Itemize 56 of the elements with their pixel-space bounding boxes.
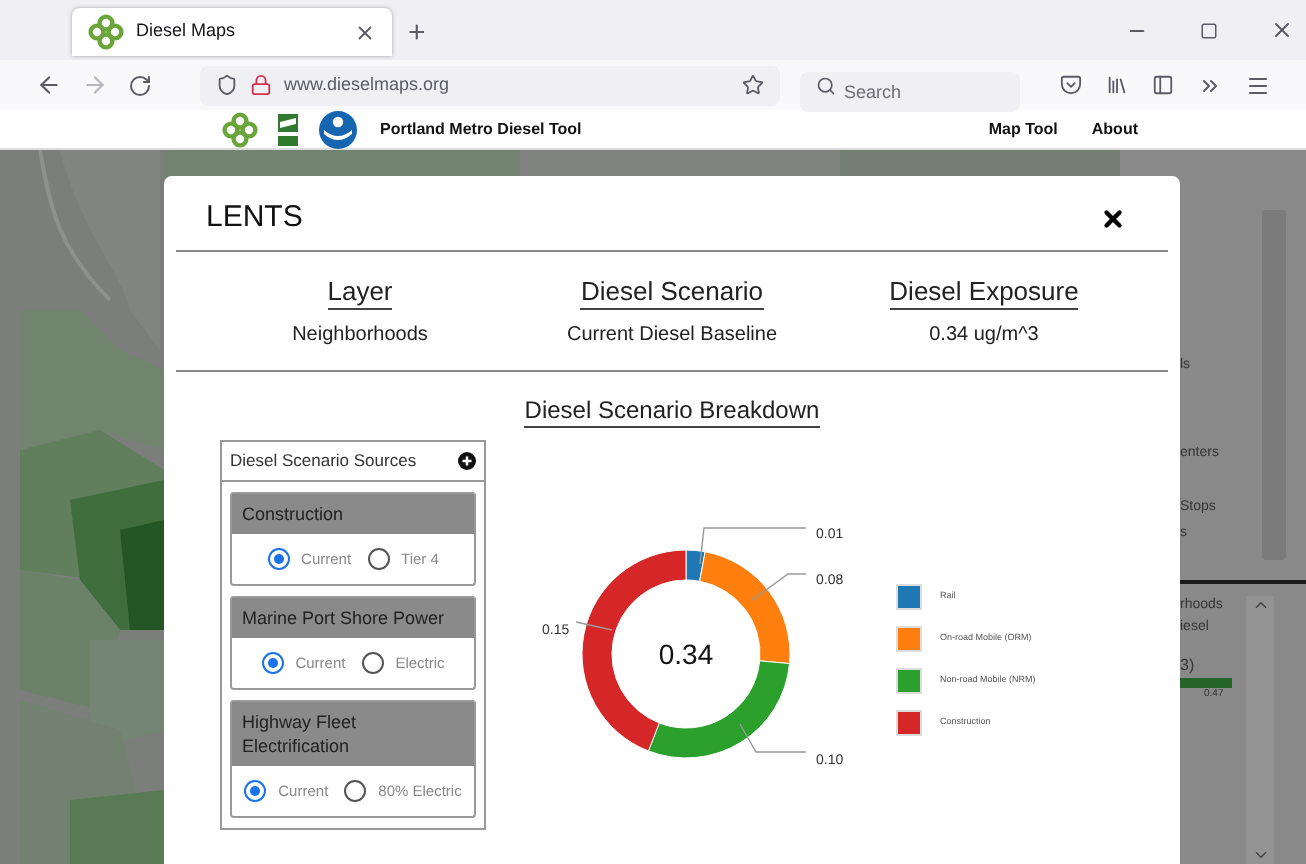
menu-icon[interactable] xyxy=(1246,73,1270,97)
scroll-down-icon[interactable] xyxy=(1251,846,1269,864)
summary-value: 0.34 ug/m^3 xyxy=(929,321,1039,349)
maximize-icon[interactable] xyxy=(1200,21,1218,39)
summary-value: Neighborhoods xyxy=(292,321,428,349)
leader-line xyxy=(739,722,807,752)
nav-link[interactable]: Map Tool xyxy=(988,117,1058,141)
reload-icon[interactable] xyxy=(128,73,152,97)
radio-button[interactable] xyxy=(344,780,367,803)
clover-logo-icon xyxy=(88,14,124,50)
scroll-up-icon[interactable] xyxy=(1251,596,1269,614)
source-name: Highway Fleet Electrification xyxy=(242,712,357,756)
total-value: 0.34 xyxy=(658,637,714,669)
search-field[interactable]: Search xyxy=(800,71,1020,111)
summary-heading: Layer xyxy=(327,275,393,309)
summary-value: Current Diesel Baseline xyxy=(566,321,778,349)
url-text: www.dieselmaps.org xyxy=(284,71,452,98)
lock-icon xyxy=(250,74,272,96)
leader-line xyxy=(575,620,613,630)
browser-tab[interactable]: Diesel Maps xyxy=(72,8,392,56)
close-icon[interactable] xyxy=(354,21,376,43)
legend-swatch xyxy=(896,583,922,609)
modal-title: LENTS xyxy=(206,198,303,238)
legend-swatch xyxy=(896,709,922,735)
summary-heading: Diesel Exposure xyxy=(889,275,1079,309)
shield-icon xyxy=(216,74,238,96)
clover-logo-icon xyxy=(222,111,258,147)
radio-button[interactable] xyxy=(367,547,390,570)
site-title: Portland Metro Diesel Tool xyxy=(380,117,582,141)
panel-text: 3) xyxy=(1180,654,1197,678)
close-icon[interactable] xyxy=(1100,205,1126,232)
source-name: Marine Port Shore Power xyxy=(242,607,445,628)
back-icon[interactable] xyxy=(36,72,62,98)
radio-button[interactable] xyxy=(244,780,267,803)
sidebar-icon[interactable] xyxy=(1152,74,1174,96)
radio-button[interactable] xyxy=(261,651,284,674)
radio-button[interactable] xyxy=(361,651,384,674)
search-icon xyxy=(816,75,836,95)
source-name: Construction xyxy=(242,503,344,523)
legend-swatch xyxy=(896,625,922,651)
bar xyxy=(1180,678,1232,688)
leader-line xyxy=(751,572,807,600)
summary-heading: Diesel Scenario xyxy=(580,275,764,309)
panel-title: Diesel Scenario Sources xyxy=(230,447,417,473)
section-title: Diesel Scenario Breakdown xyxy=(524,395,820,427)
leader-line xyxy=(699,526,807,564)
pocket-icon[interactable] xyxy=(1060,74,1082,96)
legend-swatch xyxy=(896,667,922,693)
radio-button[interactable] xyxy=(267,547,290,570)
nav-link[interactable]: About xyxy=(1091,117,1138,141)
new-tab-button[interactable]: + xyxy=(408,18,426,48)
bookmark-icon[interactable] xyxy=(742,74,764,96)
library-icon[interactable] xyxy=(1106,74,1128,96)
add-icon[interactable] xyxy=(458,451,476,469)
tab-title: Diesel Maps xyxy=(136,18,238,45)
address-bar[interactable]: www.dieselmaps.org xyxy=(200,65,780,105)
